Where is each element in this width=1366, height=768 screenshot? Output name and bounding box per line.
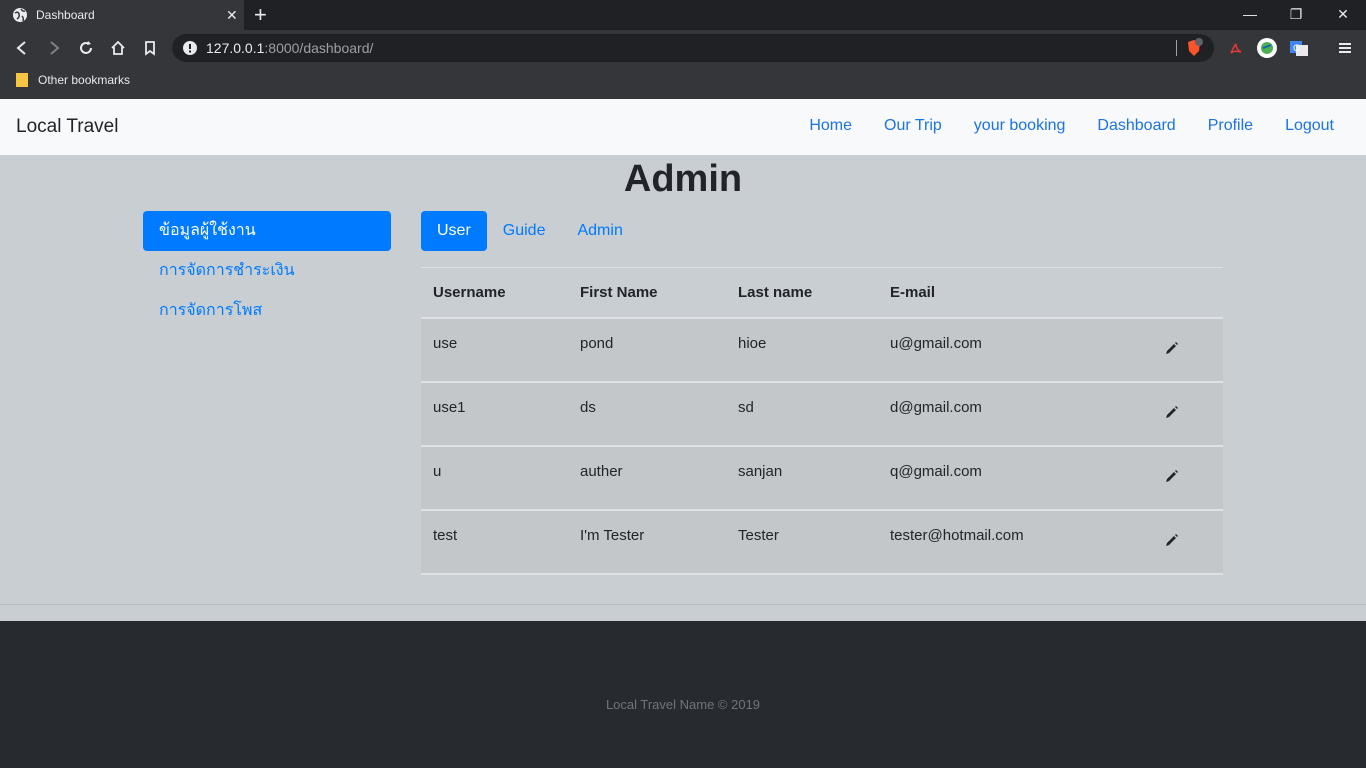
menu-icon[interactable] xyxy=(1336,39,1354,57)
bookmarks-bar: Other bookmarks xyxy=(0,66,1366,99)
sidebar-item-user-info[interactable]: ข้อมูลผู้ใช้งาน xyxy=(143,211,391,251)
nav-link-logout[interactable]: Logout xyxy=(1285,117,1334,135)
address-bar[interactable]: 127.0.0.1:8000/dashboard/ xyxy=(172,34,1214,62)
cell-username: use xyxy=(433,334,458,352)
cell-last-name: sd xyxy=(738,398,754,416)
sidebar: ข้อมูลผู้ใช้งาน การจัดการชำระเงิน การจัด… xyxy=(143,211,391,331)
cell-username: u xyxy=(433,462,442,480)
pencil-edit-icon[interactable] xyxy=(1165,469,1179,483)
nav-link-profile[interactable]: Profile xyxy=(1208,117,1253,135)
info-icon[interactable] xyxy=(182,40,198,56)
browser-tab[interactable]: Dashboard ✕ xyxy=(0,0,244,30)
table-row: use pond hioe u@gmail.com xyxy=(421,317,1223,382)
url-host: 127.0.0.1 xyxy=(206,40,265,56)
tab-admin[interactable]: Admin xyxy=(561,211,638,251)
table-row: use1 ds sd d@gmail.com xyxy=(421,381,1223,446)
cell-actions xyxy=(1135,318,1223,382)
reload-icon[interactable] xyxy=(77,39,95,57)
forward-icon[interactable] xyxy=(45,39,63,57)
pdf-extension-icon[interactable] xyxy=(1226,38,1246,58)
cell-username: test xyxy=(433,526,458,544)
header-first-name: First Name xyxy=(568,267,726,319)
tab-user[interactable]: User xyxy=(421,211,487,251)
site-footer: Local Travel Name © 2019 xyxy=(0,621,1366,768)
svg-text:G: G xyxy=(1293,44,1300,54)
table-row: u auther sanjan q@gmail.com xyxy=(421,445,1223,510)
minimize-icon[interactable]: — xyxy=(1240,6,1260,22)
footer-copyright: Local Travel Name © 2019 xyxy=(605,697,761,712)
table-row: test I'm Tester Tester tester@hotmail.co… xyxy=(421,509,1223,574)
cell-first-name: I'm Tester xyxy=(580,526,645,544)
pencil-edit-icon[interactable] xyxy=(1165,405,1179,419)
browser-tabbar: Dashboard ✕ + — ❐ ✕ xyxy=(0,0,1366,30)
globe-icon xyxy=(13,8,27,22)
cell-last-name: Tester xyxy=(738,526,779,544)
sidebar-item-post-management[interactable]: การจัดการโพส xyxy=(143,291,391,331)
omnibox-divider xyxy=(1176,40,1177,56)
header-username: Username xyxy=(421,267,568,319)
sidebar-item-payment-management[interactable]: การจัดการชำระเงิน xyxy=(143,251,391,291)
nav-links: Home Our Trip your booking Dashboard Pro… xyxy=(809,117,1334,135)
header-email: E-mail xyxy=(878,267,1135,319)
nav-link-your-booking[interactable]: your booking xyxy=(974,117,1066,135)
new-tab-icon[interactable]: + xyxy=(254,4,267,26)
nav-link-dashboard[interactable]: Dashboard xyxy=(1097,117,1175,135)
translate-icon[interactable]: G xyxy=(1289,38,1309,58)
cell-first-name: auther xyxy=(580,462,623,480)
back-icon[interactable] xyxy=(13,39,31,57)
close-window-icon[interactable]: ✕ xyxy=(1333,6,1353,23)
users-table: Username First Name Last name E-mail use… xyxy=(421,267,1223,575)
home-icon[interactable] xyxy=(109,39,127,57)
brand-logo[interactable]: Local Travel xyxy=(16,116,118,138)
bookmark-icon[interactable] xyxy=(141,39,159,57)
pencil-edit-icon[interactable] xyxy=(1165,533,1179,547)
folder-icon xyxy=(16,73,28,87)
header-actions xyxy=(1135,267,1223,319)
pencil-edit-icon[interactable] xyxy=(1165,341,1179,355)
tab-guide[interactable]: Guide xyxy=(487,211,562,251)
site-navbar: Local Travel Home Our Trip your booking … xyxy=(0,99,1366,155)
cell-username: use1 xyxy=(433,398,466,416)
cell-email: u@gmail.com xyxy=(890,334,982,352)
cell-last-name: hioe xyxy=(738,334,767,352)
cell-first-name: ds xyxy=(580,398,596,416)
cell-email: tester@hotmail.com xyxy=(890,526,1024,544)
close-tab-icon[interactable]: ✕ xyxy=(226,7,238,23)
cell-first-name: pond xyxy=(580,334,614,352)
bookmark-folder-label[interactable]: Other bookmarks xyxy=(38,73,130,87)
cell-actions xyxy=(1135,446,1223,510)
nav-link-our-trip[interactable]: Our Trip xyxy=(884,117,942,135)
role-tabs: User Guide Admin xyxy=(421,211,639,251)
content-divider xyxy=(0,604,1366,605)
tab-title: Dashboard xyxy=(36,8,95,22)
cell-actions xyxy=(1135,382,1223,446)
nav-link-home[interactable]: Home xyxy=(809,117,852,135)
brave-shield-icon[interactable] xyxy=(1184,38,1204,58)
cell-email: q@gmail.com xyxy=(890,462,982,480)
cell-last-name: sanjan xyxy=(738,462,783,480)
page-title: Admin xyxy=(623,158,743,200)
url-text: 127.0.0.1:8000/dashboard/ xyxy=(206,40,373,56)
cell-email: d@gmail.com xyxy=(890,398,982,416)
header-last-name: Last name xyxy=(726,267,878,319)
cell-actions xyxy=(1135,510,1223,574)
globe-extension-icon[interactable] xyxy=(1257,38,1277,58)
users-table-container: Username First Name Last name E-mail use… xyxy=(421,267,1223,575)
table-header-row: Username First Name Last name E-mail xyxy=(421,267,1223,319)
url-path: :8000/dashboard/ xyxy=(264,40,374,56)
restore-icon[interactable]: ❐ xyxy=(1286,6,1306,23)
browser-toolbar: 127.0.0.1:8000/dashboard/ G xyxy=(0,30,1366,66)
